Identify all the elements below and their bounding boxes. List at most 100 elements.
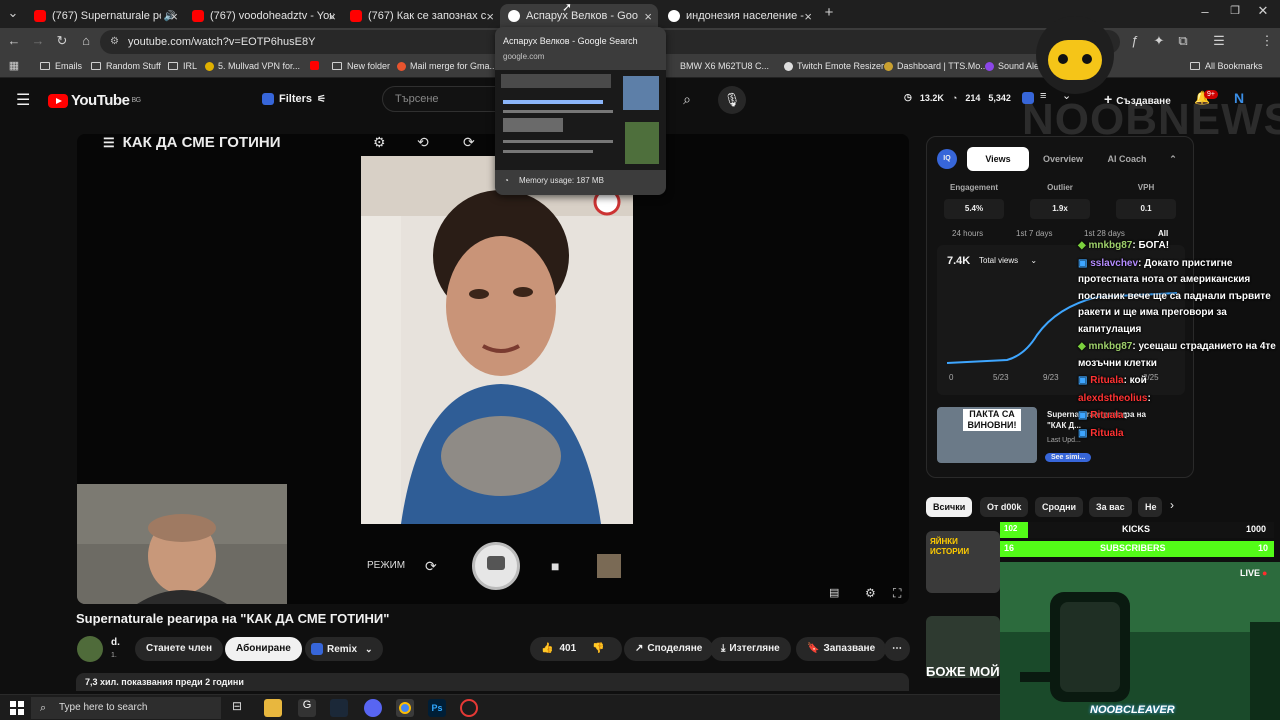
range-24h[interactable]: 24 hours xyxy=(952,229,983,238)
live-badge: LIVE ● xyxy=(1240,568,1268,578)
browser-tab[interactable]: (767) Supernaturale реагира на 🔊 × xyxy=(26,4,184,28)
discord-icon[interactable] xyxy=(364,699,382,717)
download-button[interactable]: ⤓ Изтегляне xyxy=(710,637,791,661)
reading-list-icon[interactable]: ☰ xyxy=(1210,33,1228,49)
share-button[interactable]: ↗ Споделяне xyxy=(624,637,714,661)
recommended-thumbnail[interactable]: ЯЙНКИ ИСТОРИИ xyxy=(926,531,1000,593)
collapse-icon[interactable]: ⌃ xyxy=(1163,145,1183,173)
search-icon[interactable]: ⌕ xyxy=(670,86,704,112)
gallery-thumbnail[interactable] xyxy=(597,554,621,578)
video-camera-icon[interactable]: ■ xyxy=(551,558,559,574)
tab-ai-coach[interactable]: AI Coach xyxy=(1097,145,1157,173)
bookmark-link[interactable]: Dashboard | TTS.Mo... xyxy=(884,61,988,71)
windows-start-icon[interactable] xyxy=(10,701,24,715)
close-tab-icon[interactable]: × xyxy=(804,9,812,24)
flash-off-icon[interactable]: ⟲ xyxy=(417,134,429,151)
filters-button[interactable]: Filters ⚟ xyxy=(262,88,326,110)
close-tab-icon[interactable]: × xyxy=(170,9,178,24)
stat-value: 0.1 xyxy=(1116,199,1176,219)
bookmark-folder[interactable]: Random Stuff xyxy=(91,61,161,71)
browser-tab[interactable]: индонезия население - Google × xyxy=(660,4,818,28)
bookmark-link[interactable]: BMW X6 M62TU8 C... xyxy=(680,61,769,71)
chip-related[interactable]: Сродни xyxy=(1035,497,1084,517)
chart-x-tick: 0 xyxy=(949,373,954,382)
chevron-right-icon[interactable]: › xyxy=(1170,498,1174,512)
youtube-logo[interactable]: YouTube BG xyxy=(48,92,141,109)
range-28d[interactable]: 1st 28 days xyxy=(1084,229,1125,238)
bookmark-link[interactable]: 5. Mullvad VPN for... xyxy=(205,61,300,71)
bookmark-folder[interactable]: Emails xyxy=(40,61,82,71)
extension-icon[interactable]: ƒ xyxy=(1126,33,1144,48)
taskbar-search-input[interactable]: ⌕ Type here to search xyxy=(31,697,221,719)
bookmark-link[interactable]: Mail merge for Gma... xyxy=(397,61,497,71)
thumbs-down-icon[interactable]: 👎 xyxy=(592,637,604,661)
bookmark-link[interactable] xyxy=(310,61,323,70)
settings-gear-icon[interactable]: ⚙ xyxy=(373,134,386,151)
chart-x-tick: 9/23 xyxy=(1043,373,1059,382)
video-player[interactable]: ☰ КАК ДА СМЕ ГОТИНИ ⚙ ⟲ ⟳ РЕЖИМ ⟳ ■ ▤ ⚙ … xyxy=(77,134,909,604)
restore-icon[interactable]: ❐ xyxy=(1226,4,1244,17)
steam-icon[interactable] xyxy=(330,699,348,717)
home-icon[interactable]: ⌂ xyxy=(77,33,95,48)
camera-switch-icon[interactable]: ⟳ xyxy=(425,558,437,575)
minimize-icon[interactable]: – xyxy=(1196,4,1214,19)
chevron-down-icon: ⌄ xyxy=(365,644,373,654)
chat-message: ▣ Rituala: кой xyxy=(1078,375,1147,386)
bookmark-link[interactable]: Sound Alert xyxy=(985,61,1045,71)
range-all[interactable]: All xyxy=(1158,229,1168,238)
remix-button[interactable]: Remix ⌄ xyxy=(305,637,383,661)
obs-icon[interactable] xyxy=(460,699,478,717)
close-tab-icon[interactable]: × xyxy=(486,9,494,24)
range-7d[interactable]: 1st 7 days xyxy=(1016,229,1052,238)
subtitles-icon[interactable]: ▤ xyxy=(829,586,839,599)
task-view-icon[interactable]: ⊟ xyxy=(232,699,250,717)
folder-icon xyxy=(168,62,178,70)
photoshop-icon[interactable]: Ps xyxy=(428,699,446,717)
new-tab-button[interactable]: + xyxy=(820,4,838,21)
total-views-dropdown[interactable]: Total views ⌄ xyxy=(979,256,1037,265)
bookmark-folder[interactable]: All Bookmarks xyxy=(1190,61,1263,71)
chip-from-channel[interactable]: От d00k xyxy=(980,497,1029,517)
chip-more[interactable]: Не xyxy=(1138,497,1162,517)
close-window-icon[interactable]: ✕ xyxy=(1254,3,1272,19)
settings-icon[interactable]: ⚙ xyxy=(865,586,876,600)
tab-search-icon[interactable]: ⌄ xyxy=(4,5,22,21)
like-button[interactable]: 👍 401 👎 xyxy=(530,637,622,661)
apps-icon[interactable]: ▦ xyxy=(5,59,23,72)
browser-tab[interactable]: (767) Как се запознах с мъжа × xyxy=(342,4,500,28)
subscribe-button[interactable]: Абониране xyxy=(225,637,302,661)
app-icon[interactable]: G xyxy=(298,699,316,717)
reload-icon[interactable]: ↻ xyxy=(53,33,71,49)
back-icon[interactable]: ← xyxy=(5,33,23,48)
shutter-button[interactable] xyxy=(472,542,520,590)
hamburger-menu-icon[interactable]: ☰ xyxy=(16,90,30,110)
chrome-icon[interactable] xyxy=(396,699,414,717)
join-button[interactable]: Станете член xyxy=(135,637,224,661)
bookmark-folder[interactable]: New folder xyxy=(332,61,390,71)
site-info-icon[interactable]: ⚙ xyxy=(110,30,119,54)
youtube-icon xyxy=(350,10,362,22)
fullscreen-icon[interactable]: ⛶ xyxy=(893,586,901,601)
chip-all[interactable]: Всички xyxy=(926,497,973,517)
channel-name[interactable]: d. xyxy=(111,637,120,648)
channel-avatar[interactable] xyxy=(77,636,103,662)
extension-icon[interactable]: ✦ xyxy=(1150,33,1168,49)
forward-icon[interactable]: → xyxy=(29,33,47,48)
close-tab-icon[interactable]: × xyxy=(328,9,336,24)
tab-overview[interactable]: Overview xyxy=(1033,145,1093,173)
more-actions-icon[interactable]: ⋯ xyxy=(884,637,910,661)
save-button[interactable]: 🔖 Запазване xyxy=(796,637,887,661)
file-explorer-icon[interactable] xyxy=(264,699,282,717)
tab-views[interactable]: Views xyxy=(967,147,1029,171)
bookmark-link[interactable]: Twitch Emote Resizer xyxy=(784,61,884,71)
chip-for-you[interactable]: За вас xyxy=(1089,497,1132,517)
close-tab-icon[interactable]: × xyxy=(644,9,652,24)
browser-tab[interactable]: (767) voodoheadztv - YouTube × xyxy=(184,4,342,28)
extensions-puzzle-icon[interactable]: ⧉ xyxy=(1174,33,1192,49)
menu-icon[interactable]: ⋮ xyxy=(1258,33,1276,49)
browser-tab-active[interactable]: Аспарух Велков - Google Search × xyxy=(500,4,658,28)
microphone-icon[interactable]: 🎙 xyxy=(718,86,746,114)
timer-icon[interactable]: ⟳ xyxy=(463,134,475,151)
bookmark-folder[interactable]: IRL xyxy=(168,61,197,71)
youtube-icon xyxy=(192,10,204,22)
